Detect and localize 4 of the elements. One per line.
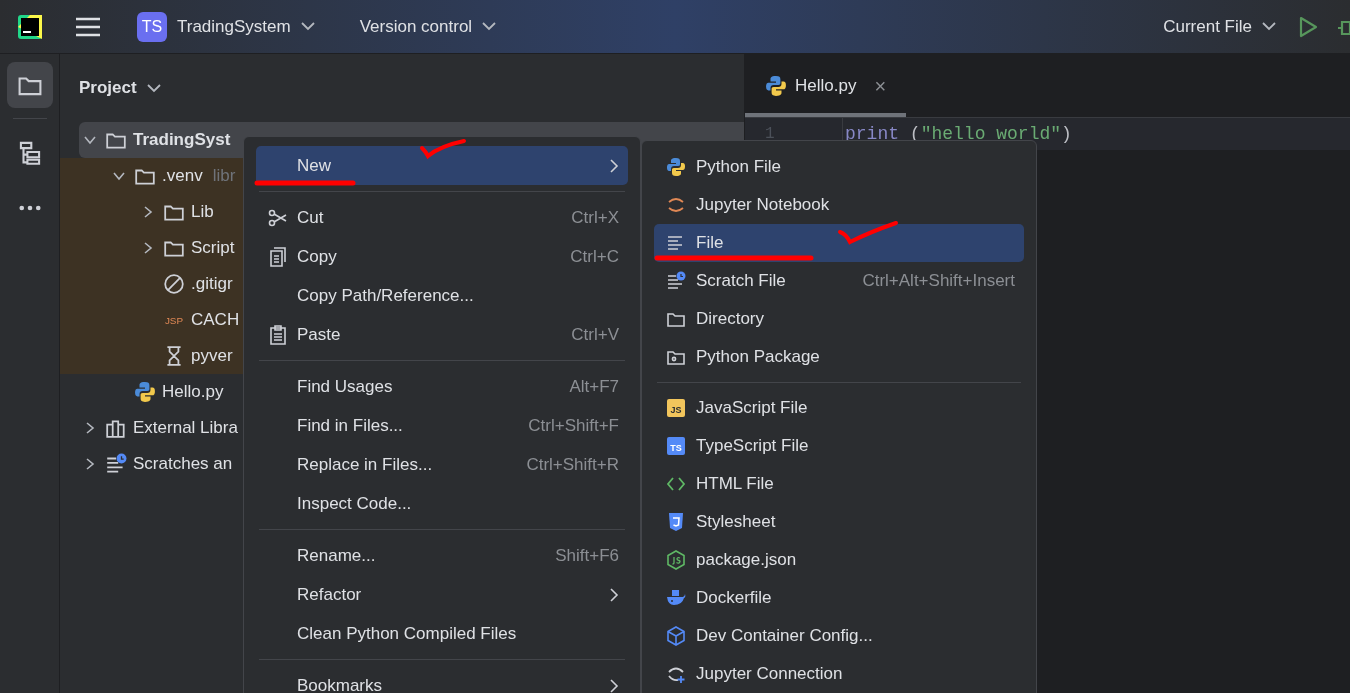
jsp-file-icon: JSP — [163, 315, 185, 325]
js-file-icon: JS — [666, 398, 686, 418]
project-badge: TS — [137, 11, 167, 42]
ts-file-icon: TS — [666, 436, 686, 456]
